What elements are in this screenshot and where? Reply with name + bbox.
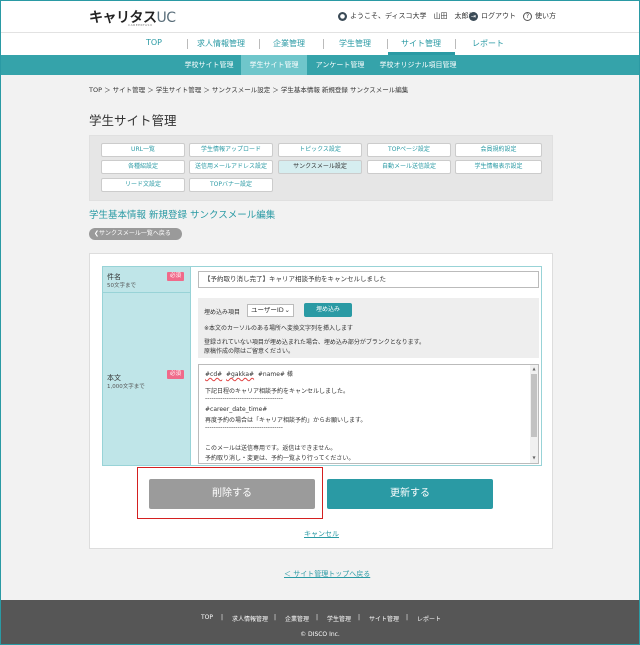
nav-job-info[interactable]: 求人情報管理 [197, 38, 245, 49]
menu-auto-mail[interactable]: 自動メール送信設定 [367, 160, 451, 174]
help-link[interactable]: ? 使い方 [523, 11, 556, 21]
required-badge: 必須 [167, 370, 184, 379]
menu-various[interactable]: 各種紹設定 [101, 160, 185, 174]
menu-student-upload[interactable]: 学生情報アップロード [189, 143, 273, 157]
subnav-original-items[interactable]: 学校オリジナル項目管理 [373, 55, 463, 75]
subject-limit: 50文字まで [107, 283, 136, 289]
back-to-list-button[interactable]: ❮サンクスメール一覧へ戻る [89, 228, 182, 240]
footer-link-top[interactable]: TOP [201, 614, 213, 621]
body-text-line: #career_date_time# [205, 406, 268, 413]
footer-link-student[interactable]: 学生管理 [327, 614, 351, 623]
update-button[interactable]: 更新する [327, 479, 493, 509]
help-label[interactable]: 使い方 [535, 11, 556, 21]
logout-link[interactable]: ⇥ ログアウト [469, 11, 516, 21]
logout-label[interactable]: ログアウト [481, 11, 516, 21]
menu-top-page[interactable]: TOPページ設定 [367, 143, 451, 157]
primary-nav: TOP 求人情報管理 企業管理 学生管理 サイト管理 レポート [1, 32, 639, 55]
subnav-survey[interactable]: アンケート管理 [307, 55, 373, 75]
footer-link-company[interactable]: 企業管理 [285, 614, 309, 623]
menu-url-list[interactable]: URL一覧 [101, 143, 185, 157]
body-text-line: #cd# #gakka# #name# 様 [205, 371, 293, 378]
page-title: 学生サイト管理 [89, 113, 177, 128]
nav-student[interactable]: 学生管理 [339, 38, 371, 49]
body-text-line: 下記日程のキャリア相談予約をキャンセルしました。 [205, 388, 350, 395]
footer-divider: | [274, 614, 277, 621]
nav-site[interactable]: サイト管理 [401, 38, 441, 49]
breadcrumb: TOP ＞ サイト管理 ＞ 学生サイト管理 ＞ サンクスメール設定 ＞ 学生基本… [89, 86, 409, 94]
body-limit: 1,000文字まで [107, 384, 145, 390]
menu-sender-address[interactable]: 送信用メールアドレス設定 [189, 160, 273, 174]
nav-top[interactable]: TOP [146, 38, 162, 47]
cancel-link[interactable]: キャンセル [304, 529, 339, 539]
nav-divider [187, 39, 188, 49]
menu-membership-terms[interactable]: 会員規約設定 [455, 143, 542, 157]
menu-thanks-mail[interactable]: サンクスメール設定 [278, 160, 362, 174]
scroll-up-icon[interactable]: ▲ [531, 366, 537, 372]
required-badge: 必須 [167, 272, 184, 281]
logo-subtext: CAREERTASU [128, 23, 153, 27]
body-text-line: ------------------------------------ [205, 424, 283, 431]
embed-note: 登録されていない項目が埋め込まれた場合、埋め込み部分がブランクとなります。 [204, 339, 426, 346]
copyright: © DISCO Inc. [300, 631, 340, 638]
menu-topics[interactable]: トピックス設定 [278, 143, 362, 157]
nav-divider [387, 39, 388, 49]
body-text-line: このメールは送信専用です。返信はできません。 [205, 445, 337, 452]
welcome-text: ようこそ、ディスコ大学 山田 太郎様 [350, 12, 476, 20]
embed-label: 埋め込み項目 [204, 309, 241, 316]
nav-company[interactable]: 企業管理 [273, 38, 305, 49]
nav-divider [259, 39, 260, 49]
highlight-frame [137, 467, 323, 519]
welcome-area: ● ようこそ、ディスコ大学 山田 太郎様 [338, 11, 476, 21]
footer: TOP | 求人情報管理 | 企業管理 | 学生管理 | サイト管理 | レポー… [1, 600, 639, 644]
form-table: 件名 50文字まで 必須 【予約取り消し完了】キャリア相談予約をキャンセルしまし… [102, 266, 542, 466]
footer-divider: | [316, 614, 319, 621]
scrollbar[interactable]: ▲ ▼ [530, 365, 538, 463]
scroll-down-icon[interactable]: ▼ [531, 455, 537, 461]
header: キャリタスUC CAREERTASU ● ようこそ、ディスコ大学 山田 太郎様 … [1, 1, 639, 32]
help-icon: ? [523, 11, 532, 21]
scroll-thumb[interactable] [531, 374, 537, 437]
embed-select[interactable]: ユーザーID ⌄ [247, 304, 294, 317]
subject-label-cell: 件名 50文字まで 必須 [103, 267, 191, 293]
logout-icon: ⇥ [469, 11, 478, 21]
footer-link-site[interactable]: サイト管理 [369, 614, 399, 623]
section-title: 学生基本情報 新規登録 サンクスメール編集 [89, 210, 276, 221]
menu-student-display[interactable]: 学生情報表示設定 [455, 160, 542, 174]
user-icon: ● [338, 11, 347, 21]
body-text-line: ------------------------------------ [205, 395, 283, 402]
body-label-cell: 本文 1,000文字まで 必須 [103, 293, 191, 465]
subject-input[interactable]: 【予約取り消し完了】キャリア相談予約をキャンセルしました [198, 271, 539, 288]
footer-divider: | [358, 614, 361, 621]
menu-top-banner[interactable]: TOPバナー設定 [189, 178, 273, 192]
body-text-line: 予約取り消し・変更は、予約一覧より行ってください。 [205, 455, 355, 462]
nav-divider [323, 39, 324, 49]
embed-panel: 埋め込み項目 ユーザーID ⌄ 埋め込み ※本文のカーソルのある場所へ変換文字列を… [198, 298, 539, 358]
submenu-panel: URL一覧 学生情報アップロード トピックス設定 TOPページ設定 会員規約設定… [89, 135, 553, 201]
back-button-label: サンクスメール一覧へ戻る [99, 230, 171, 237]
embed-button[interactable]: 埋め込み [304, 303, 352, 317]
footer-link-job-info[interactable]: 求人情報管理 [232, 614, 268, 623]
back-to-site-top-link[interactable]: ＜ サイト管理トップへ戻る [284, 569, 370, 579]
embed-note: ※本文のカーソルのある場所へ変換文字列を挿入します [204, 325, 354, 332]
body-text-line: 再度予約の場合は「キャリア相談予約」からお願いします。 [205, 417, 367, 424]
nav-report[interactable]: レポート [472, 38, 504, 49]
embed-note: 原稿作成の際はご留意ください。 [204, 348, 295, 355]
chevron-down-icon: ⌄ [284, 306, 290, 314]
nav-divider [455, 39, 456, 49]
body-textarea[interactable]: #cd# #gakka# #name# 様 下記日程のキャリア相談予約をキャンセ… [198, 364, 539, 464]
secondary-nav: 学校サイト管理 学生サイト管理 アンケート管理 学校オリジナル項目管理 [1, 55, 639, 75]
footer-divider: | [406, 614, 409, 621]
footer-link-report[interactable]: レポート [417, 614, 441, 623]
footer-divider: | [221, 614, 224, 621]
menu-lead-text[interactable]: リード文設定 [101, 178, 185, 192]
subnav-student-site[interactable]: 学生サイト管理 [241, 55, 307, 75]
subnav-school-site[interactable]: 学校サイト管理 [177, 55, 241, 75]
